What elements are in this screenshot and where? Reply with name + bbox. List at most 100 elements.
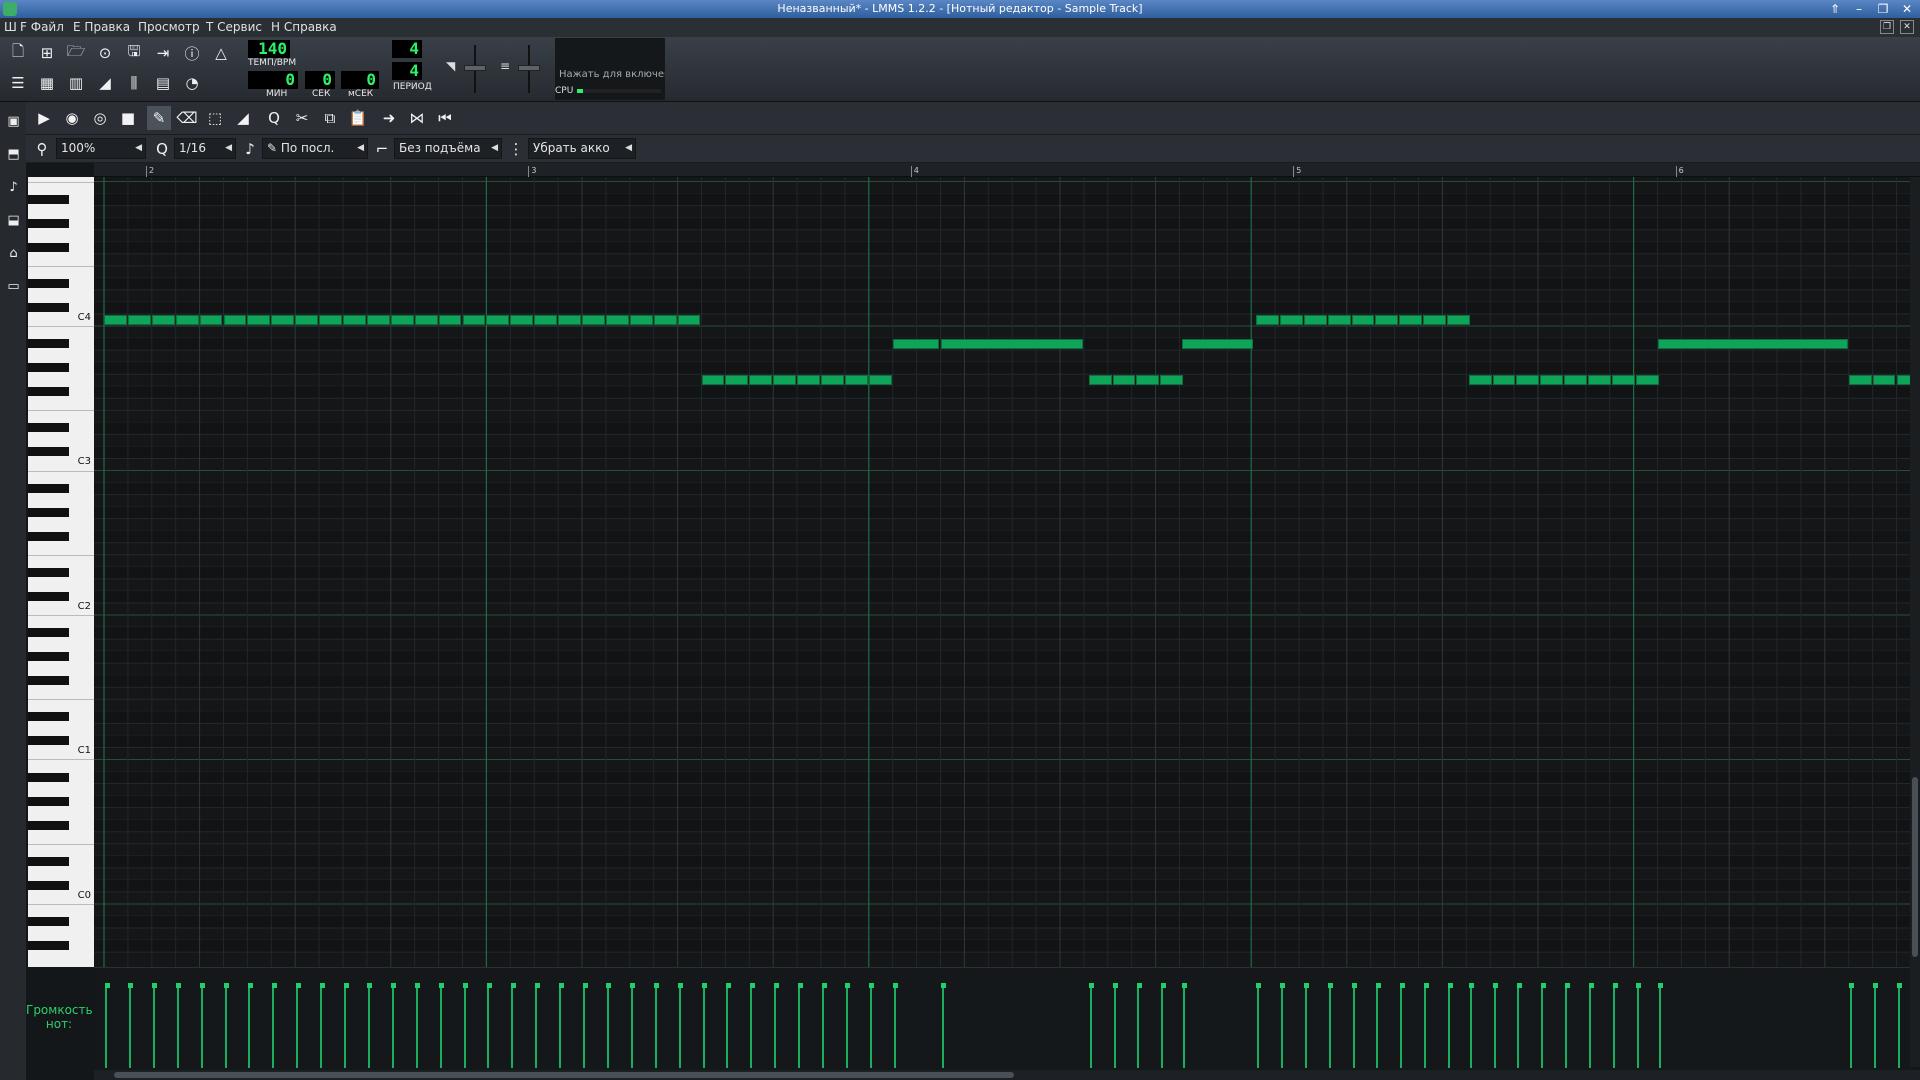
black-key[interactable] [28,652,69,662]
menu-view[interactable]: Просмотр [138,18,200,37]
velocity-handle[interactable] [1113,983,1119,988]
note[interactable] [295,315,319,325]
note[interactable] [1136,375,1160,386]
velocity-handle[interactable] [224,983,229,988]
velocity-handle[interactable] [247,983,253,988]
velocity-handle[interactable] [152,983,158,988]
velocity-bar[interactable] [1517,986,1520,1068]
note[interactable] [868,375,892,386]
note[interactable] [534,315,558,325]
note[interactable] [1635,375,1659,386]
metronome-icon[interactable]: △ [209,41,233,65]
velocity-bar[interactable] [200,986,203,1068]
cpu-meter[interactable]: Нажать для включени CPU [555,38,665,100]
note[interactable] [558,315,581,325]
black-key[interactable] [28,507,69,517]
black-key[interactable] [28,447,69,457]
velocity-handle[interactable] [176,983,182,988]
whats-this-icon[interactable]: ⓘ [180,41,204,65]
note[interactable] [1181,339,1253,350]
velocity-bar[interactable] [272,986,275,1068]
velocity-handle[interactable] [1182,983,1188,988]
black-key[interactable] [28,423,69,433]
velocity-bar[interactable] [1565,986,1568,1068]
note[interactable] [701,375,725,386]
velocity-bar[interactable] [774,986,777,1068]
presets-browser-icon[interactable]: ⬓ [6,213,21,228]
maximize-icon[interactable]: ❐ [1874,0,1892,18]
play-icon[interactable]: ▶ [32,106,56,130]
velocity-bar[interactable] [869,986,872,1068]
velocity-handle[interactable] [1399,983,1405,988]
note[interactable] [653,315,677,325]
note[interactable] [1447,315,1471,325]
note[interactable] [629,315,653,325]
note[interactable] [582,315,605,325]
velocity-bar[interactable] [1113,986,1116,1068]
velocity-handle[interactable] [678,983,684,988]
keep-above-icon[interactable]: ⇑ [1826,0,1844,18]
note[interactable] [844,375,868,386]
velocity-bar[interactable] [822,986,824,1068]
timeline-ruler[interactable]: 234567891011 [94,163,1920,177]
note[interactable] [1516,375,1540,386]
black-key[interactable] [28,591,69,601]
projects-browser-icon[interactable]: ⬒ [6,147,21,162]
velocity-handle[interactable] [1447,983,1453,988]
controller-rack-icon[interactable]: ◔ [180,71,204,95]
velocity-bar[interactable] [678,986,681,1068]
note[interactable] [821,375,844,386]
velocity-bar[interactable] [511,986,514,1068]
velocity-bar[interactable] [1256,986,1259,1068]
velocity-bar[interactable] [702,986,705,1068]
velocity-handle[interactable] [1256,983,1262,988]
velocity-handle[interactable] [200,983,206,988]
close-icon[interactable]: ✕ [1898,0,1916,18]
velocity-bar[interactable] [845,986,848,1068]
chord-combo[interactable]: Убрать акко ◀ [528,138,636,159]
beat-bassline-editor-icon[interactable]: ▦ [35,71,59,95]
save-project-icon[interactable]: 🖫 [122,41,146,65]
note[interactable] [1588,375,1612,386]
velocity-handle[interactable] [1304,983,1310,988]
velocity-bar[interactable] [750,986,753,1068]
cut-icon[interactable]: ✂ [290,106,314,130]
export-project-icon[interactable]: ⇥ [151,41,175,65]
velocity-bar[interactable] [1589,986,1592,1068]
velocity-bar[interactable] [1873,986,1876,1068]
velocity-handle[interactable] [1352,983,1358,988]
instrument-plugins-icon[interactable]: ▣ [6,114,21,129]
note[interactable] [1423,315,1447,325]
record-icon[interactable]: ◉ [60,106,84,130]
velocity-handle[interactable] [821,983,827,988]
velocity-handle[interactable] [558,983,564,988]
quantize-icon[interactable]: Q [262,106,286,130]
note-length-combo[interactable]: ✎ По посл. ◀ [262,138,368,159]
velocity-bar[interactable] [1304,986,1307,1068]
horizontal-scroll-thumb[interactable] [114,1072,1014,1078]
velocity-handle[interactable] [271,983,277,988]
note[interactable] [1160,375,1184,386]
note[interactable] [1492,375,1516,386]
stop-icon[interactable]: ■ [116,106,140,130]
note[interactable] [1279,315,1303,325]
note[interactable] [1612,375,1635,386]
menu-help[interactable]: H Справка [271,18,337,37]
velocity-bar[interactable] [654,986,657,1068]
velocity-bar[interactable] [1658,986,1661,1068]
zoom-combo[interactable]: 100% ◀ [56,138,146,159]
paste-icon[interactable]: 📋 [346,106,370,130]
velocity-handle[interactable] [773,983,779,988]
note[interactable] [366,315,390,325]
velocity-handle[interactable] [845,983,851,988]
velocity-handle[interactable] [391,983,397,988]
note[interactable] [414,315,438,325]
velocity-bar[interactable] [105,986,107,1068]
velocity-bar[interactable] [726,986,729,1068]
velocity-handle[interactable] [1873,983,1879,988]
black-key[interactable] [28,712,69,722]
black-key[interactable] [28,567,69,577]
velocity-handle[interactable] [1849,983,1855,988]
velocity-handle[interactable] [463,983,468,988]
velocity-handle[interactable] [1636,983,1642,988]
